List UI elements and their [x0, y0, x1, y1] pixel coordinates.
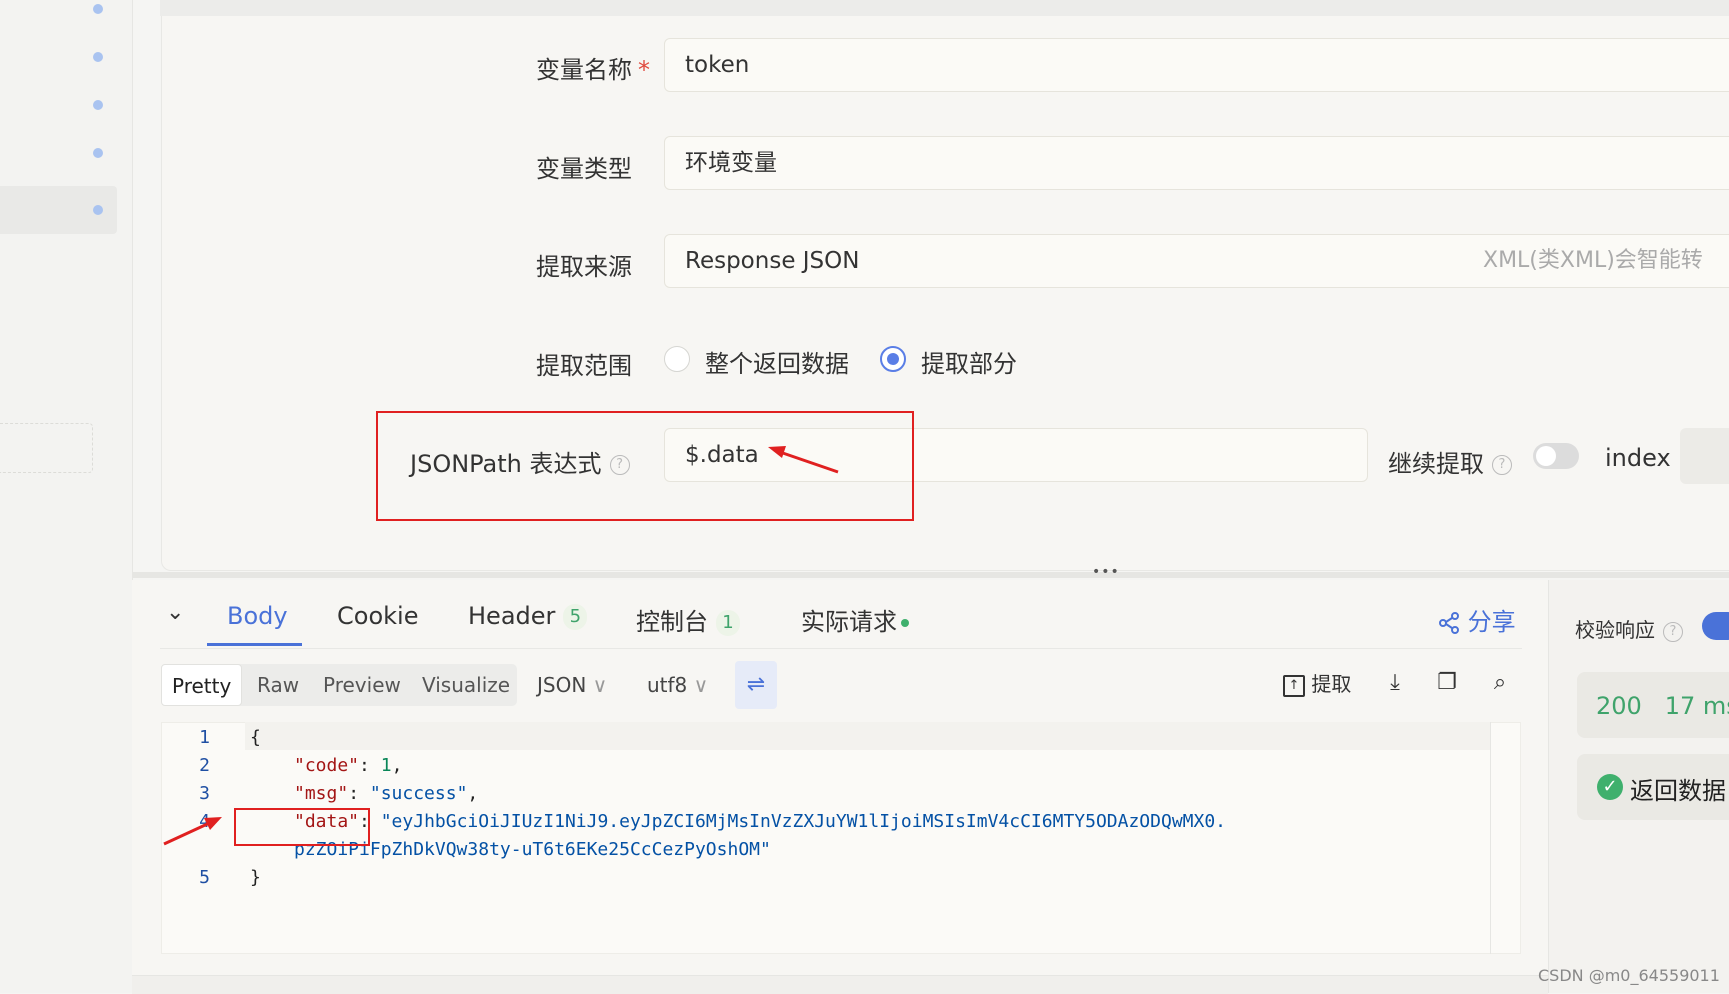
sidebar-dot: [93, 205, 103, 215]
search-icon[interactable]: ⌕: [1485, 666, 1515, 700]
bottom-strip: [132, 975, 1548, 994]
help-icon[interactable]: ?: [1492, 455, 1512, 475]
range-label: 提取范围: [536, 352, 632, 380]
extract-icon: ↑: [1283, 674, 1305, 697]
source-hint: XML(类XML)会智能转: [1483, 248, 1703, 273]
active-tab-indicator: [207, 643, 302, 646]
code-scroll-gutter: [1490, 722, 1491, 954]
word-wrap-button[interactable]: ⇌: [735, 661, 777, 709]
index-label: index: [1605, 444, 1671, 472]
var-type-label: 变量类型: [536, 155, 632, 183]
json-key: "msg": [294, 783, 349, 804]
var-type-select[interactable]: 环境变量: [664, 136, 1729, 190]
extract-label: 提取: [1311, 672, 1352, 696]
tabs-divider: [160, 648, 1522, 649]
code-close-brace: }: [250, 867, 261, 888]
source-value: Response JSON: [685, 248, 860, 274]
sidebar-dot[interactable]: [93, 4, 103, 14]
language-value: JSON: [537, 673, 587, 697]
required-mark: *: [638, 56, 650, 84]
sidebar-dot[interactable]: [93, 52, 103, 62]
json-key: "code": [294, 755, 360, 776]
chevron-down-icon: ∨: [592, 673, 608, 697]
range-radio-all[interactable]: [664, 346, 690, 372]
sidebar-dot[interactable]: [93, 148, 103, 158]
status-dot-icon: [901, 619, 909, 627]
json-value: "success": [369, 783, 468, 804]
var-name-label: 变量名称 *: [536, 56, 650, 84]
continue-extract-toggle[interactable]: [1533, 443, 1579, 469]
format-visualize[interactable]: Visualize: [412, 664, 520, 706]
left-sidebar: [0, 0, 133, 993]
range-option-all[interactable]: 整个返回数据: [705, 344, 849, 379]
panel-resize-divider[interactable]: [132, 572, 1729, 578]
json-value: 1: [380, 755, 392, 776]
line-number: 1: [199, 727, 210, 748]
watermark: CSDN @m0_64559011: [1538, 966, 1720, 985]
format-pretty[interactable]: Pretty: [161, 664, 243, 706]
format-raw[interactable]: Raw: [247, 664, 309, 706]
line-number: 5: [199, 867, 210, 888]
help-icon[interactable]: ?: [1663, 621, 1683, 642]
language-dropdown[interactable]: JSON ∨: [537, 664, 607, 706]
result-label: 返回数据: [1630, 777, 1726, 805]
code-open-brace: {: [250, 727, 261, 748]
code-line-code: "code": 1,: [294, 755, 403, 776]
tab-actual-request-label: 实际请求: [801, 608, 897, 636]
annotation-arrow: [768, 446, 839, 474]
copy-icon[interactable]: ❐: [1432, 666, 1462, 700]
download-icon[interactable]: ⤓: [1380, 666, 1410, 700]
encoding-value: utf8: [647, 673, 688, 697]
sidebar-dropzone: [0, 423, 93, 473]
annotation-box: [234, 808, 370, 846]
range-option-partial[interactable]: 提取部分: [921, 344, 1017, 379]
tab-console-label: 控制台: [636, 608, 708, 636]
collapse-chevron-icon[interactable]: ⌄: [166, 600, 184, 625]
extract-button[interactable]: ↑ 提取: [1283, 668, 1351, 697]
share-label: 分享: [1467, 608, 1516, 636]
header-count-badge: 5: [563, 604, 588, 630]
verify-response-label: 校验响应?: [1575, 614, 1683, 643]
code-line-data: "data": "eyJhbGciOiJIUzI1NiJ9.eyJpZCI6Mj…: [294, 811, 1226, 832]
continue-extract-label: 继续提取?: [1388, 444, 1512, 479]
tab-body[interactable]: Body: [227, 602, 288, 630]
tab-cookie[interactable]: Cookie: [337, 602, 418, 630]
chevron-down-icon: ∨: [693, 673, 709, 697]
sidebar-item-active[interactable]: [0, 186, 117, 234]
tab-console[interactable]: 控制台 1: [636, 602, 740, 637]
share-icon: [1439, 612, 1459, 634]
status-line: 200 17 ms: [1596, 692, 1729, 720]
panel-top-strip: [160, 0, 1729, 16]
tab-header[interactable]: Header 5: [468, 602, 588, 630]
source-label: 提取来源: [536, 253, 632, 281]
verify-response-toggle[interactable]: [1702, 612, 1729, 640]
check-circle-icon: ✓: [1597, 774, 1623, 800]
console-count-badge: 1: [716, 610, 740, 636]
range-radio-partial[interactable]: [880, 346, 906, 372]
index-input[interactable]: [1680, 428, 1729, 484]
var-name-value: token: [685, 52, 750, 78]
var-name-input[interactable]: token: [664, 38, 1729, 92]
format-preview[interactable]: Preview: [313, 664, 411, 706]
response-time: 17 ms: [1664, 692, 1729, 720]
drag-handle-icon[interactable]: •••: [1092, 564, 1120, 580]
share-button[interactable]: 分享: [1438, 602, 1516, 637]
encoding-dropdown[interactable]: utf8 ∨: [647, 664, 708, 706]
code-line-msg: "msg": "success",: [294, 783, 479, 804]
line-number: 2: [199, 755, 210, 776]
tab-header-label: Header: [468, 602, 556, 630]
status-code: 200: [1596, 692, 1642, 720]
current-line-highlight: [245, 722, 1490, 750]
var-type-value: 环境变量: [685, 150, 777, 176]
line-number: 3: [199, 783, 210, 804]
sidebar-dot[interactable]: [93, 100, 103, 110]
json-value: "eyJhbGciOiJIUzI1NiJ9.eyJpZCI6MjMsInVzZX…: [380, 811, 1226, 832]
wrap-icon: ⇌: [746, 672, 766, 697]
tab-actual-request[interactable]: 实际请求: [801, 602, 909, 637]
source-select[interactable]: Response JSON XML(类XML)会智能转: [664, 234, 1729, 288]
annotation-arrow: [163, 817, 222, 846]
